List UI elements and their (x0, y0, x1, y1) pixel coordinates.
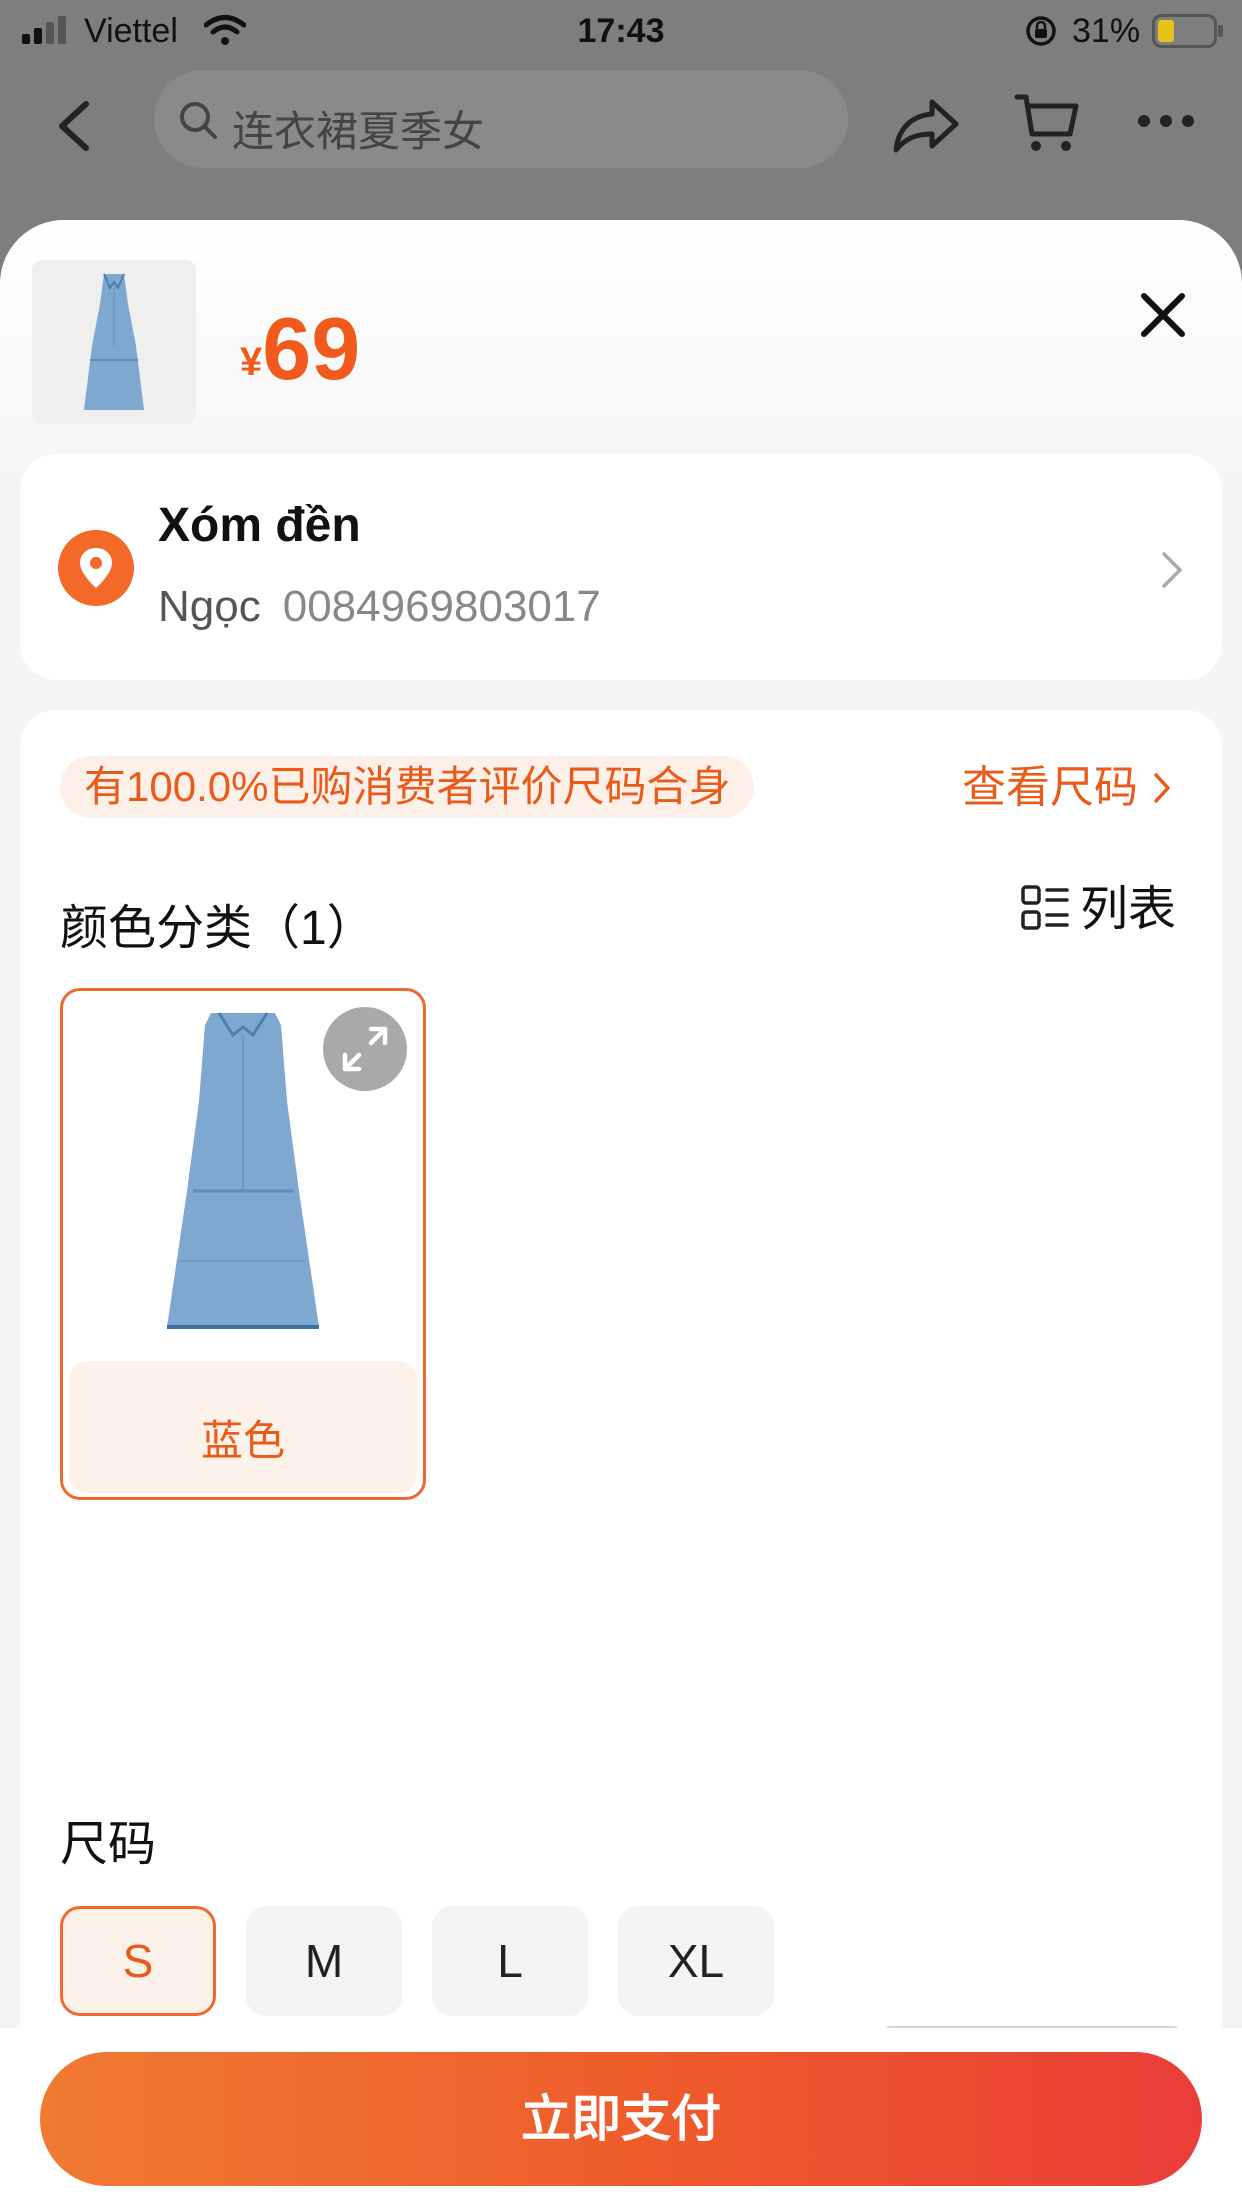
view-size-chart-link[interactable]: 查看尺码 (962, 760, 1172, 816)
recipient-phone: 0084969803017 (282, 582, 601, 631)
size-option-l[interactable]: L (432, 1906, 588, 2016)
status-bar: Viettel 17:43 31% (0, 0, 1242, 62)
search-icon (180, 102, 217, 139)
size-option-xl[interactable]: XL (618, 1906, 774, 2016)
expand-image-icon[interactable] (323, 1007, 407, 1091)
battery-percent: 31% (1072, 12, 1141, 50)
color-option-blue[interactable]: 蓝色 (60, 988, 426, 1500)
share-icon[interactable] (892, 96, 960, 154)
price: ¥69 (240, 298, 360, 400)
dress-thumbnail-image (84, 273, 144, 410)
rotation-lock-icon (1026, 16, 1056, 46)
shipping-address-card[interactable]: Xóm đền Ngọc 0084969803017 (20, 454, 1222, 680)
size-fit-badge: 有100.0%已购消费者评价尺码合身 (60, 756, 755, 818)
color-option-label: 蓝色 (200, 1417, 285, 1464)
list-view-label: 列表 (1080, 883, 1177, 936)
cart-icon[interactable] (1014, 92, 1080, 154)
search-bar[interactable]: 连衣裙夏季女 (154, 70, 848, 168)
chevron-right-icon (1154, 773, 1170, 803)
chevron-right-icon (1162, 552, 1182, 588)
top-nav-bar: 连衣裙夏季女 (0, 62, 1242, 190)
price-amount: 69 (262, 299, 361, 398)
close-icon[interactable] (1138, 290, 1188, 340)
search-placeholder: 连衣裙夏季女 (232, 108, 485, 155)
battery-icon (1152, 14, 1223, 48)
pay-now-button[interactable]: 立即支付 (40, 2052, 1202, 2186)
size-chart-label: 查看尺码 (962, 763, 1138, 812)
back-icon[interactable] (52, 98, 98, 154)
sku-options-card: 有100.0%已购消费者评价尺码合身 查看尺码 颜色分类（1） 列表 蓝色 尺码… (20, 710, 1222, 2208)
more-icon[interactable] (1136, 110, 1196, 132)
list-view-toggle[interactable]: 列表 (1020, 880, 1176, 940)
size-option-s[interactable]: S (60, 1906, 216, 2016)
list-view-icon (1021, 885, 1069, 930)
address-contact: Ngọc 0084969803017 (158, 582, 601, 632)
size-option-m[interactable]: M (246, 1906, 402, 2016)
product-thumbnail[interactable] (32, 260, 196, 424)
recipient-name: Ngọc (158, 582, 261, 631)
color-section-title: 颜色分类（1） (60, 902, 375, 955)
size-section-title: 尺码 (60, 1818, 157, 1871)
sku-selection-sheet: ¥69 Xóm đền Ngọc 0084969803017 有100.0%已购消… (0, 220, 1242, 2208)
address-name: Xóm đền (158, 499, 361, 552)
currency-symbol: ¥ (240, 340, 263, 384)
location-pin-icon (58, 530, 134, 606)
bottom-action-bar: 立即支付 (0, 2028, 1242, 2208)
